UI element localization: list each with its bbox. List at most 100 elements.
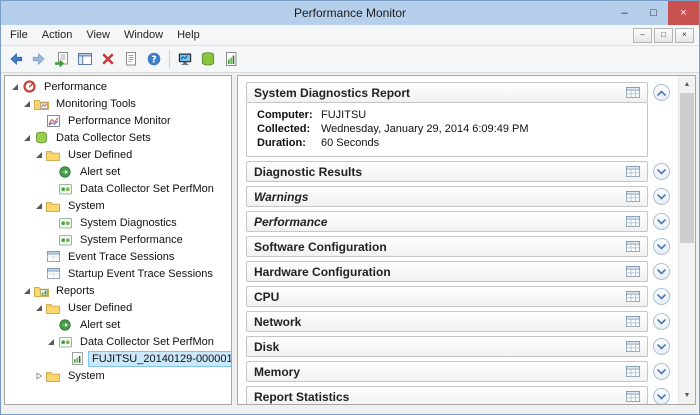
scroll-down-button[interactable]: ▼: [679, 387, 695, 404]
report-field-row: Computer:FUJITSU: [257, 108, 637, 122]
tree-item-monitoring-tools[interactable]: Monitoring Tools: [5, 95, 231, 112]
report-doc-icon: [69, 352, 85, 366]
tree-item-alert-set[interactable]: Alert set: [5, 316, 231, 333]
tree-item-system-diagnostics[interactable]: System Diagnostics: [5, 214, 231, 231]
tree-item-label: Alert set: [76, 317, 124, 333]
toolbar: ?: [1, 46, 699, 73]
menu-view[interactable]: View: [79, 27, 117, 43]
section-toggle-button[interactable]: [653, 363, 670, 380]
section-toggle-button[interactable]: [653, 213, 670, 230]
field-label: Computer:: [257, 108, 321, 122]
back-icon[interactable]: [5, 48, 27, 70]
section-header[interactable]: Hardware Configuration: [246, 261, 648, 282]
tree-item-user-defined[interactable]: User Defined: [5, 146, 231, 163]
tree-item-performance-monitor[interactable]: Performance Monitor: [5, 112, 231, 129]
section-menu-icon[interactable]: [626, 241, 640, 252]
section-menu-icon[interactable]: [626, 291, 640, 302]
tree-item-data-collector-sets[interactable]: Data Collector Sets: [5, 129, 231, 146]
section-toggle-button[interactable]: [653, 163, 670, 180]
scroll-up-button[interactable]: ▲: [679, 76, 695, 93]
expander-icon[interactable]: [33, 202, 45, 210]
window-title: Performance Monitor: [1, 6, 699, 20]
tree-item-system-performance[interactable]: System Performance: [5, 231, 231, 248]
section-header[interactable]: Network: [246, 311, 648, 332]
properties-icon[interactable]: [120, 48, 142, 70]
data-collector-set-icon[interactable]: [197, 48, 219, 70]
expander-icon[interactable]: [33, 304, 45, 312]
section-menu-icon[interactable]: [626, 191, 640, 202]
expander-icon[interactable]: [45, 338, 57, 346]
system-monitor-icon[interactable]: [174, 48, 196, 70]
section-menu-icon[interactable]: [626, 316, 640, 327]
minimize-button[interactable]: –: [610, 1, 639, 25]
tree-item-alert-set[interactable]: Alert set: [5, 163, 231, 180]
section-header[interactable]: Performance: [246, 211, 648, 232]
scrollbar-thumb[interactable]: [680, 93, 694, 243]
tree-item-system[interactable]: System: [5, 197, 231, 214]
tree-item-system[interactable]: System: [5, 367, 231, 384]
help-icon[interactable]: ?: [143, 48, 165, 70]
delete-icon[interactable]: [97, 48, 119, 70]
section-menu-icon[interactable]: [626, 391, 640, 402]
section-toggle-button[interactable]: [653, 338, 670, 355]
tree-item-performance[interactable]: Performance: [5, 78, 231, 95]
menu-file[interactable]: File: [3, 27, 35, 43]
show-hide-console-tree-icon[interactable]: [74, 48, 96, 70]
section-header[interactable]: Warnings: [246, 186, 648, 207]
mdi-close-button[interactable]: ×: [675, 28, 694, 43]
section-toggle-button[interactable]: [653, 188, 670, 205]
close-button[interactable]: ×: [668, 1, 699, 25]
section-menu-icon[interactable]: [626, 341, 640, 352]
tree-item-reports[interactable]: Reports: [5, 282, 231, 299]
section-toggle-button[interactable]: [653, 263, 670, 280]
section-toggle-button[interactable]: [653, 313, 670, 330]
titlebar[interactable]: Performance Monitor –□×: [1, 1, 699, 25]
tree-item-event-trace-sessions[interactable]: Event Trace Sessions: [5, 248, 231, 265]
export-list-icon[interactable]: [51, 48, 73, 70]
tree-item-label: User Defined: [64, 147, 136, 163]
menu-help[interactable]: Help: [170, 27, 207, 43]
expander-icon[interactable]: [21, 134, 33, 142]
folder-icon: [45, 301, 61, 315]
section-menu-icon[interactable]: [626, 266, 640, 277]
section-header[interactable]: CPU: [246, 286, 648, 307]
collector-icon: [57, 335, 73, 349]
section-header[interactable]: System Diagnostics Report: [246, 82, 648, 103]
mdi-restore-button[interactable]: □: [654, 28, 673, 43]
vertical-scrollbar[interactable]: ▲ ▼: [678, 76, 695, 404]
expander-icon[interactable]: [21, 287, 33, 295]
expander-icon[interactable]: [33, 151, 45, 159]
section-header[interactable]: Software Configuration: [246, 236, 648, 257]
section-menu-icon[interactable]: [626, 87, 640, 98]
tree-item-label: Data Collector Set PerfMon: [76, 334, 218, 350]
expander-icon[interactable]: [9, 83, 21, 91]
expander-icon[interactable]: [33, 372, 45, 380]
tree-item-data-collector-set-perfmon[interactable]: Data Collector Set PerfMon: [5, 333, 231, 350]
tree-item-startup-event-trace-sessions[interactable]: Startup Event Trace Sessions: [5, 265, 231, 282]
section-menu-icon[interactable]: [626, 166, 640, 177]
section-toggle-button[interactable]: [653, 84, 670, 101]
section-menu-icon[interactable]: [626, 216, 640, 227]
section-header[interactable]: Diagnostic Results: [246, 161, 648, 182]
mdi-minimize-button[interactable]: –: [633, 28, 652, 43]
section-toggle-button[interactable]: [653, 238, 670, 255]
maximize-button[interactable]: □: [639, 1, 668, 25]
section-title: Software Configuration: [254, 240, 620, 254]
section-toggle-button[interactable]: [653, 288, 670, 305]
menu-action[interactable]: Action: [35, 27, 80, 43]
section-header[interactable]: Memory: [246, 361, 648, 382]
tree-item-fujitsu-20140129-000001[interactable]: FUJITSU_20140129-000001: [5, 350, 231, 367]
section-warnings: Warnings: [246, 186, 670, 207]
section-header[interactable]: Report Statistics: [246, 386, 648, 404]
section-menu-icon[interactable]: [626, 366, 640, 377]
forward-icon[interactable]: [28, 48, 50, 70]
tree-item-data-collector-set-perfmon[interactable]: Data Collector Set PerfMon: [5, 180, 231, 197]
expander-icon[interactable]: [21, 100, 33, 108]
latest-report-icon[interactable]: [220, 48, 242, 70]
section-toggle-button[interactable]: [653, 388, 670, 404]
section-header[interactable]: Disk: [246, 336, 648, 357]
menu-window[interactable]: Window: [117, 27, 170, 43]
section-header-row: Software Configuration: [246, 236, 670, 257]
tree-item-user-defined[interactable]: User Defined: [5, 299, 231, 316]
reports-icon: [33, 284, 49, 298]
